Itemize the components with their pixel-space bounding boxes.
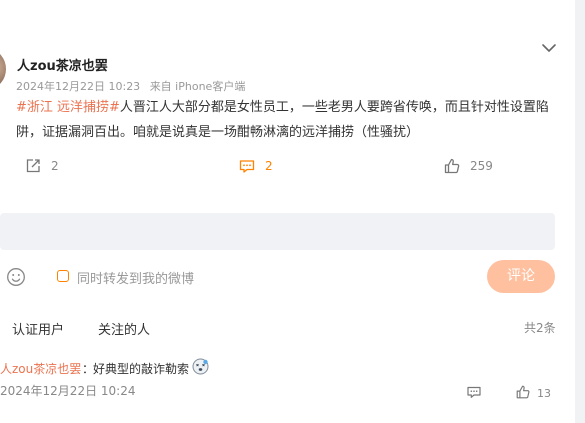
repost-icon xyxy=(24,157,42,175)
comment-icon xyxy=(238,157,256,175)
reply-like-count: 13 xyxy=(537,387,551,400)
comment-textarea[interactable] xyxy=(0,213,555,250)
comment-submit-button[interactable]: 评论 xyxy=(487,260,555,293)
like-button[interactable]: 259 xyxy=(443,157,493,175)
post-meta: 2024年12月22日 10:23 来自 iPhone客户端 xyxy=(16,78,251,94)
reply-text: 好典型的敲诈勒索 xyxy=(93,362,190,376)
author-name[interactable]: 人zou茶凉也罢 xyxy=(17,55,108,74)
like-icon xyxy=(443,157,461,175)
comment-button[interactable]: 2 xyxy=(238,157,273,175)
comment-icon xyxy=(466,384,482,403)
repost-checkbox[interactable] xyxy=(57,270,69,282)
post-actions: 2 2 259 xyxy=(0,157,575,181)
repost-checkbox-label[interactable]: 同时转发到我的微博 xyxy=(77,268,194,287)
reply-like-button[interactable]: 13 xyxy=(515,384,551,403)
filter-following[interactable]: 关注的人 xyxy=(98,319,150,338)
repost-count: 2 xyxy=(51,159,59,173)
topic-link[interactable]: #浙江 远洋捕捞# xyxy=(16,100,120,115)
avatar[interactable] xyxy=(0,50,6,88)
scrollbar[interactable] xyxy=(575,0,585,423)
weibo-post-card: 人zou茶凉也罢 2024年12月22日 10:23 来自 iPhone客户端 … xyxy=(0,0,575,423)
chevron-down-icon[interactable] xyxy=(540,40,558,54)
post-time[interactable]: 2024年12月22日 10:23 xyxy=(16,80,140,93)
post-source: 来自 iPhone客户端 xyxy=(149,80,246,93)
reply-comment-button[interactable] xyxy=(466,384,482,403)
filter-verified-users[interactable]: 认证用户 xyxy=(12,319,64,338)
post-content: #浙江 远洋捕捞#人晋江人大部分都是女性员工，一些老男人要跨省传唤，而且针对性设… xyxy=(16,95,556,145)
comment-count: 2 xyxy=(265,159,273,173)
like-icon xyxy=(515,384,531,403)
comment-total: 共2条 xyxy=(524,321,556,335)
emoji-icon[interactable] xyxy=(6,267,26,287)
dizzy-face-emoji xyxy=(192,358,209,375)
repost-button[interactable]: 2 xyxy=(24,157,59,175)
reply-author[interactable]: 人zou茶凉也罢 xyxy=(0,360,81,377)
reply-time: 2024年12月22日 10:24 xyxy=(0,384,136,398)
like-count: 259 xyxy=(470,159,493,173)
